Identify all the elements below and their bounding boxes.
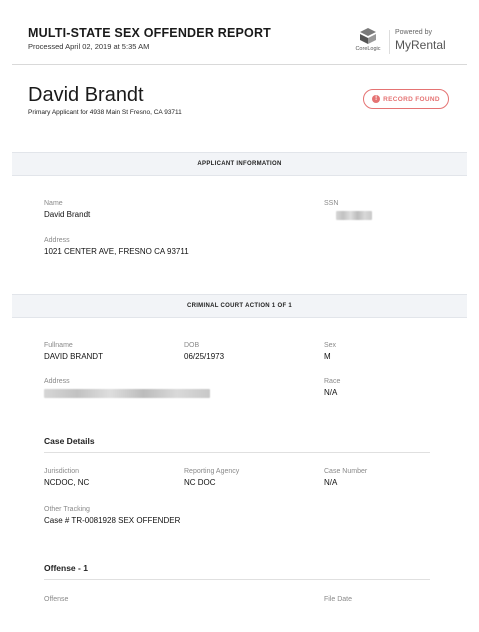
file-date-field: File Date (324, 596, 352, 603)
reporting-agency-field: Reporting Agency NC DOC (184, 468, 239, 487)
fullname-label: Fullname (44, 342, 73, 349)
name-label: Name (44, 200, 63, 207)
reporting-agency-label: Reporting Agency (184, 468, 240, 475)
file-date-label: File Date (324, 596, 353, 603)
applicant-info-section-bar: APPLICANT INFORMATION (12, 152, 467, 176)
address-label: Address (44, 237, 70, 244)
other-tracking-label: Other Tracking (44, 506, 90, 513)
powered-by-label: Powered by (395, 29, 432, 36)
race-label: Race (324, 378, 341, 385)
jurisdiction-label: Jurisdiction (44, 468, 80, 475)
report-header: MULTI-STATE SEX OFFENDER REPORT Processe… (28, 26, 451, 66)
brand-divider (389, 30, 390, 54)
offense-field: Offense (44, 596, 68, 603)
record-found-label: RECORD FOUND (383, 95, 440, 103)
offender-address-label: Address (44, 378, 70, 385)
offense-label: Offense (44, 596, 69, 603)
offender-address-field: Address (44, 378, 210, 403)
case-details-heading: Case Details (44, 436, 95, 446)
report-page: MULTI-STATE SEX OFFENDER REPORT Processe… (12, 12, 467, 632)
offense-divider (44, 579, 430, 580)
offense-heading: Offense - 1 (44, 563, 88, 573)
jurisdiction-field: Jurisdiction NCDOC, NC (44, 468, 89, 487)
court-action-title: CRIMINAL COURT ACTION 1 OF 1 (186, 303, 293, 309)
name-field: Name David Brandt (44, 200, 90, 219)
case-details-divider (44, 452, 430, 453)
dob-label: DOB (184, 342, 200, 349)
reporting-agency-value: NC DOC (184, 478, 216, 487)
applicant-info-title: APPLICANT INFORMATION (197, 161, 282, 167)
sex-label: Sex (324, 342, 337, 349)
ssn-field: SSN (324, 200, 372, 225)
record-found-badge: ! RECORD FOUND (363, 89, 449, 109)
court-action-section-bar: CRIMINAL COURT ACTION 1 OF 1 (12, 294, 467, 318)
race-value: N/A (324, 388, 338, 397)
header-divider (12, 64, 467, 65)
dob-field: DOB 06/25/1973 (184, 342, 224, 361)
address-field: Address 1021 CENTER AVE, FRESNO CA 93711 (44, 237, 189, 256)
case-number-field: Case Number N/A (324, 468, 367, 487)
fullname-value: DAVID BRANDT (44, 352, 103, 361)
other-tracking-field: Other Tracking Case # TR-0081928 SEX OFF… (44, 506, 180, 525)
jurisdiction-value: NCDOC, NC (44, 478, 90, 487)
case-number-label: Case Number (324, 468, 368, 475)
applicant-name: David Brandt (28, 84, 144, 106)
ssn-label: SSN (324, 200, 339, 207)
sex-field: Sex M (324, 342, 336, 361)
alert-circle-icon: ! (372, 95, 381, 103)
offender-address-redacted (44, 389, 210, 398)
corelogic-logo-icon (360, 28, 376, 44)
myrental-logo-text: MyRental (395, 38, 446, 52)
corelogic-label: CoreLogic (355, 46, 381, 52)
other-tracking-value: Case # TR-0081928 SEX OFFENDER (44, 516, 181, 525)
brand-logo: CoreLogic Powered by MyRental (351, 28, 451, 58)
case-number-value: N/A (324, 478, 338, 487)
dob-value: 06/25/1973 (184, 352, 225, 361)
race-field: Race N/A (324, 378, 340, 397)
name-value: David Brandt (44, 210, 91, 219)
applicant-subtitle: Primary Applicant for 4938 Main St Fresn… (28, 109, 182, 116)
sex-value: M (324, 352, 331, 361)
address-value: 1021 CENTER AVE, FRESNO CA 93711 (44, 247, 189, 256)
fullname-field: Fullname DAVID BRANDT (44, 342, 103, 361)
ssn-redacted (336, 211, 372, 220)
